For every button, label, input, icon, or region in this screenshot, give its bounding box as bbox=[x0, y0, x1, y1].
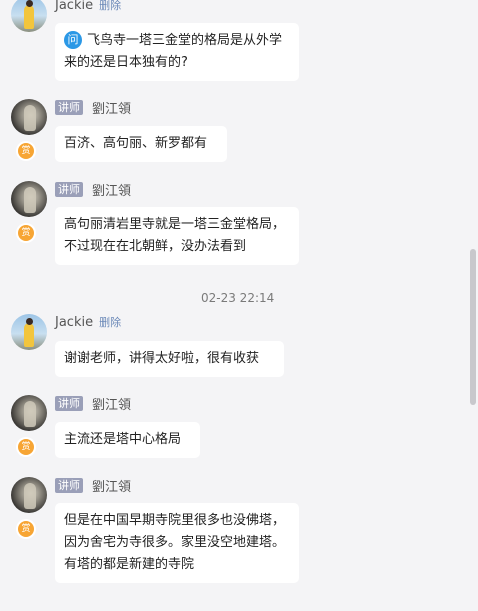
sender-name: 劉江領 bbox=[92, 101, 132, 117]
role-badge: 讲师 bbox=[55, 181, 83, 197]
sender-name: 劉江領 bbox=[92, 183, 132, 199]
reward-icon[interactable]: 赏 bbox=[18, 439, 34, 455]
reward-icon[interactable]: 赏 bbox=[18, 521, 34, 537]
timestamp: 02-23 22:14 bbox=[201, 291, 275, 305]
message-text: 高句丽清岩里寺就是一塔三金堂格局，不过现在在北朝鲜，没办法看到 bbox=[64, 217, 286, 254]
message-text: 飞鸟寺一塔三金堂的格局是从外学来的还是日本独有的? bbox=[64, 33, 283, 70]
question-icon: 问 bbox=[64, 31, 82, 49]
avatar[interactable] bbox=[11, 0, 47, 32]
scrollbar-thumb[interactable] bbox=[470, 249, 476, 405]
message-text: 谢谢老师，讲得太好啦，很有收获 bbox=[64, 351, 260, 366]
avatar-head bbox=[26, 0, 33, 7]
reward-icon[interactable]: 赏 bbox=[18, 225, 34, 241]
role-badge: 讲师 bbox=[55, 395, 83, 411]
message-text: 百济、高句丽、新罗都有 bbox=[64, 136, 208, 151]
avatar[interactable] bbox=[11, 395, 47, 431]
message-bubble: 问飞鸟寺一塔三金堂的格局是从外学来的还是日本独有的? bbox=[55, 23, 299, 81]
delete-link[interactable]: 删除 bbox=[99, 314, 121, 330]
sender-row: Jackie 删除 bbox=[55, 313, 121, 331]
sender-row: 讲师 劉江領 bbox=[55, 394, 132, 413]
role-badge: 讲师 bbox=[55, 477, 83, 493]
avatar-figure bbox=[24, 483, 36, 509]
avatar-figure bbox=[24, 323, 34, 347]
message-bubble: 高句丽清岩里寺就是一塔三金堂格局，不过现在在北朝鲜，没办法看到 bbox=[55, 207, 299, 265]
sender-row: 讲师 劉江領 bbox=[55, 180, 132, 199]
sender-row: 讲师 劉江領 bbox=[55, 476, 132, 495]
sender-name: Jackie bbox=[55, 314, 94, 330]
scrollbar[interactable] bbox=[468, 0, 478, 611]
message-text: 但是在中国早期寺院里很多也没佛塔，因为舍宅为寺很多。家里没空地建塔。有塔的都是新… bbox=[64, 513, 286, 572]
avatar-figure bbox=[24, 5, 34, 29]
avatar-figure bbox=[24, 105, 36, 131]
sender-name: 劉江領 bbox=[92, 397, 132, 413]
avatar[interactable] bbox=[11, 99, 47, 135]
avatar-figure bbox=[24, 401, 36, 427]
message-bubble: 百济、高句丽、新罗都有 bbox=[55, 126, 227, 162]
avatar[interactable] bbox=[11, 314, 47, 350]
sender-row: 讲师 劉江領 bbox=[55, 98, 132, 117]
delete-link[interactable]: 删除 bbox=[99, 0, 121, 13]
message-bubble: 主流还是塔中心格局 bbox=[55, 422, 200, 458]
avatar-head bbox=[26, 318, 33, 325]
message-bubble: 但是在中国早期寺院里很多也没佛塔，因为舍宅为寺很多。家里没空地建塔。有塔的都是新… bbox=[55, 503, 299, 583]
sender-name: Jackie bbox=[55, 0, 94, 13]
avatar[interactable] bbox=[11, 181, 47, 217]
message-text: 主流还是塔中心格局 bbox=[64, 432, 182, 447]
chat-message-list[interactable]: Jackie 删除 问飞鸟寺一塔三金堂的格局是从外学来的还是日本独有的? 赏 讲… bbox=[0, 0, 468, 611]
message-bubble: 谢谢老师，讲得太好啦，很有收获 bbox=[55, 341, 284, 377]
avatar[interactable] bbox=[11, 477, 47, 513]
sender-row: Jackie 删除 bbox=[55, 0, 121, 14]
sender-name: 劉江領 bbox=[92, 479, 132, 495]
reward-icon[interactable]: 赏 bbox=[18, 143, 34, 159]
role-badge: 讲师 bbox=[55, 99, 83, 115]
avatar-figure bbox=[24, 187, 36, 213]
